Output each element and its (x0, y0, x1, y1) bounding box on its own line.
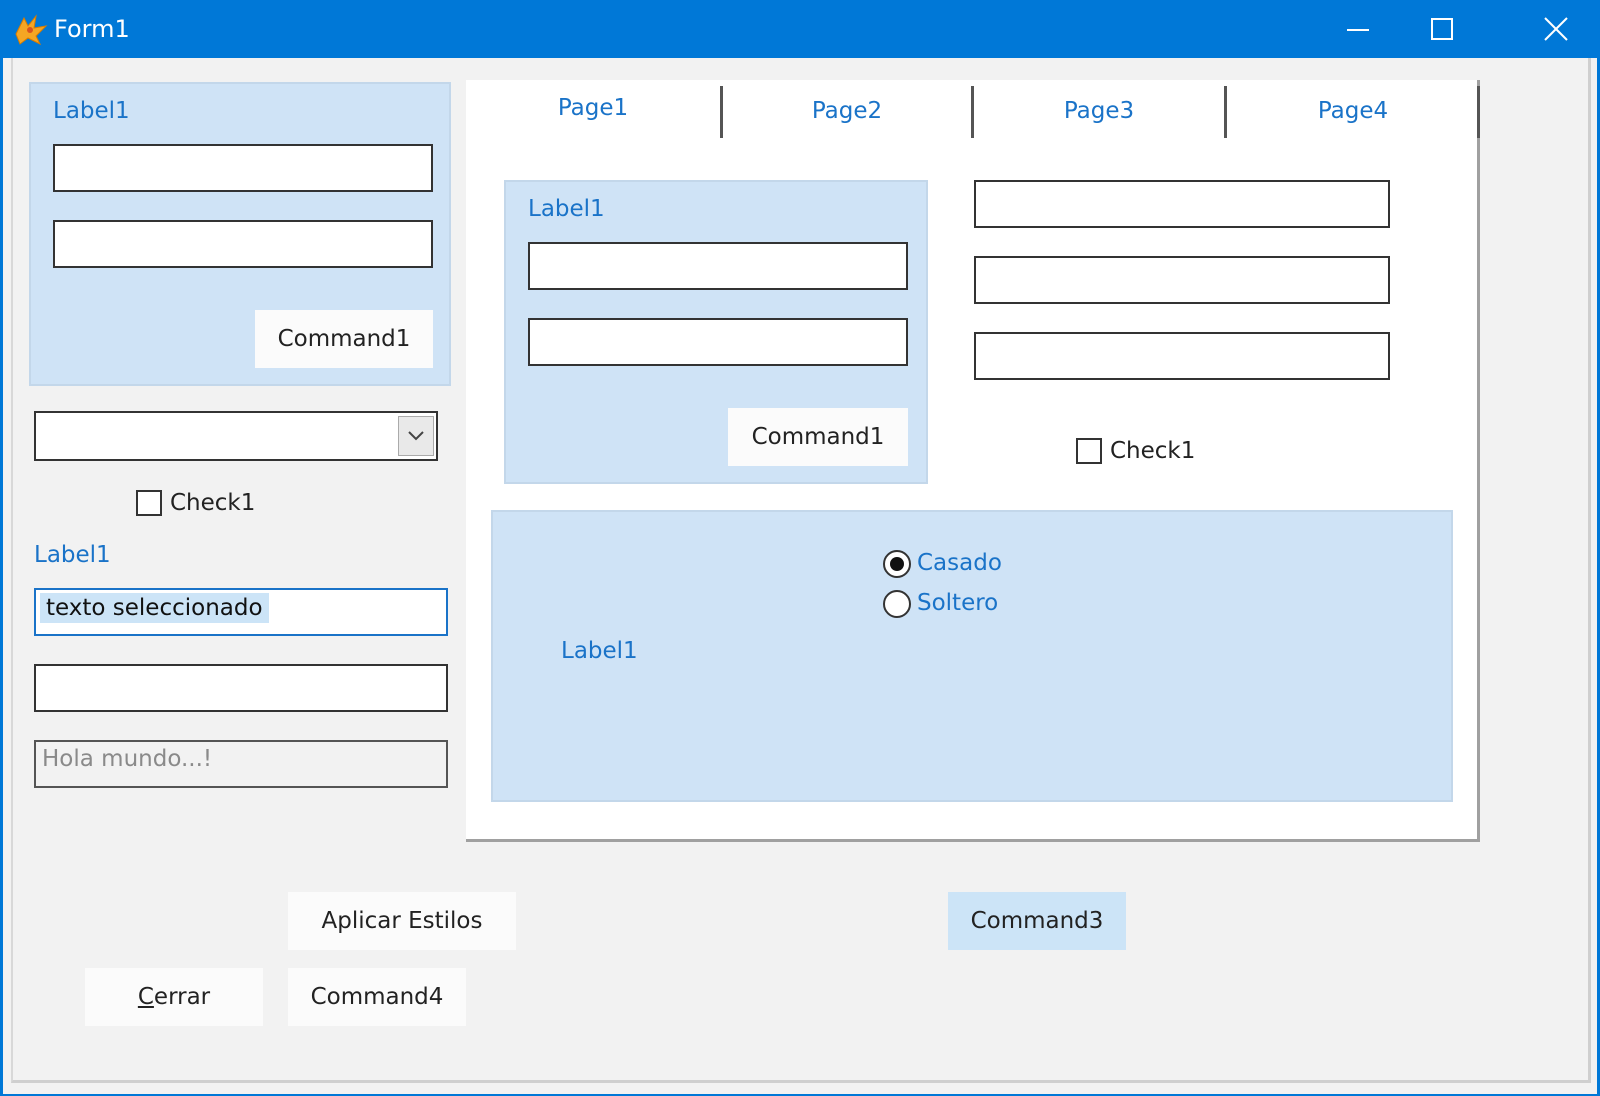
page1-textbox-1[interactable] (974, 180, 1390, 228)
selected-text: texto seleccionado (40, 593, 269, 623)
left-checkbox-label: Check1 (170, 490, 256, 516)
page1-container-textbox-1[interactable] (528, 242, 908, 290)
chevron-down-icon (408, 431, 424, 441)
radio-soltero[interactable] (883, 590, 911, 618)
close-form-button[interactable]: Cerrar (85, 968, 263, 1026)
foxpro-app-icon (15, 14, 48, 46)
title-bar[interactable]: Form1 (0, 0, 1600, 58)
option-container: Casado Soltero Label1 (491, 510, 1453, 802)
left-container-textbox-2[interactable] (53, 220, 433, 268)
left-container-textbox-1[interactable] (53, 144, 433, 192)
client-area: Label1 Command1 Check1 Label1 texto sele… (3, 58, 1597, 1094)
left-container-command1-button[interactable]: Command1 (255, 310, 433, 368)
command3-button[interactable]: Command3 (948, 892, 1126, 950)
tab-page4[interactable]: Page4 (1227, 86, 1479, 136)
minimize-button[interactable] (1316, 0, 1400, 58)
radio-casado[interactable] (883, 550, 911, 578)
maximize-icon (1431, 18, 1453, 40)
tab-separator (1477, 86, 1480, 138)
page1-container-label: Label1 (528, 196, 605, 222)
page1-textbox-2[interactable] (974, 256, 1390, 304)
page1-checkbox-label: Check1 (1110, 438, 1196, 464)
page1-checkbox[interactable] (1076, 438, 1102, 464)
left-checkbox[interactable] (136, 490, 162, 516)
tab-page1[interactable]: Page1 (466, 80, 720, 136)
selected-text-textbox[interactable]: texto seleccionado (34, 588, 448, 636)
radio-casado-label[interactable]: Casado (917, 550, 1002, 576)
close-form-hotkey: C (137, 984, 154, 1010)
empty-textbox[interactable] (34, 664, 448, 712)
option-container-label: Label1 (561, 638, 638, 664)
page1-container-command1-button[interactable]: Command1 (728, 408, 908, 466)
maximize-button[interactable] (1400, 0, 1484, 58)
disabled-textbox: Hola mundo...! (34, 740, 448, 788)
close-icon (1544, 17, 1568, 41)
page1-container: Label1 Command1 (504, 180, 928, 484)
left-container-label: Label1 (53, 98, 130, 124)
tab-page2[interactable]: Page2 (723, 86, 971, 136)
page1-textbox-3[interactable] (974, 332, 1390, 380)
pageframe: Page1 Page2 Page3 Page4 Label1 Command1 … (466, 80, 1480, 842)
combo-box[interactable] (34, 411, 438, 461)
minimize-icon (1347, 29, 1369, 31)
left-container: Label1 Command1 (29, 82, 451, 386)
apply-styles-button[interactable]: Aplicar Estilos (288, 892, 516, 950)
combo-dropdown-button[interactable] (398, 416, 434, 456)
window-title: Form1 (54, 15, 130, 43)
close-button[interactable] (1514, 0, 1598, 58)
command4-button[interactable]: Command4 (288, 968, 466, 1026)
left-label: Label1 (34, 542, 111, 568)
close-form-label-rest: errar (153, 984, 211, 1010)
tab-page3[interactable]: Page3 (974, 86, 1224, 136)
radio-soltero-label[interactable]: Soltero (917, 590, 998, 616)
page1-container-textbox-2[interactable] (528, 318, 908, 366)
form-window: Form1 Label1 Command1 Check1 Label1 text… (0, 0, 1600, 1096)
